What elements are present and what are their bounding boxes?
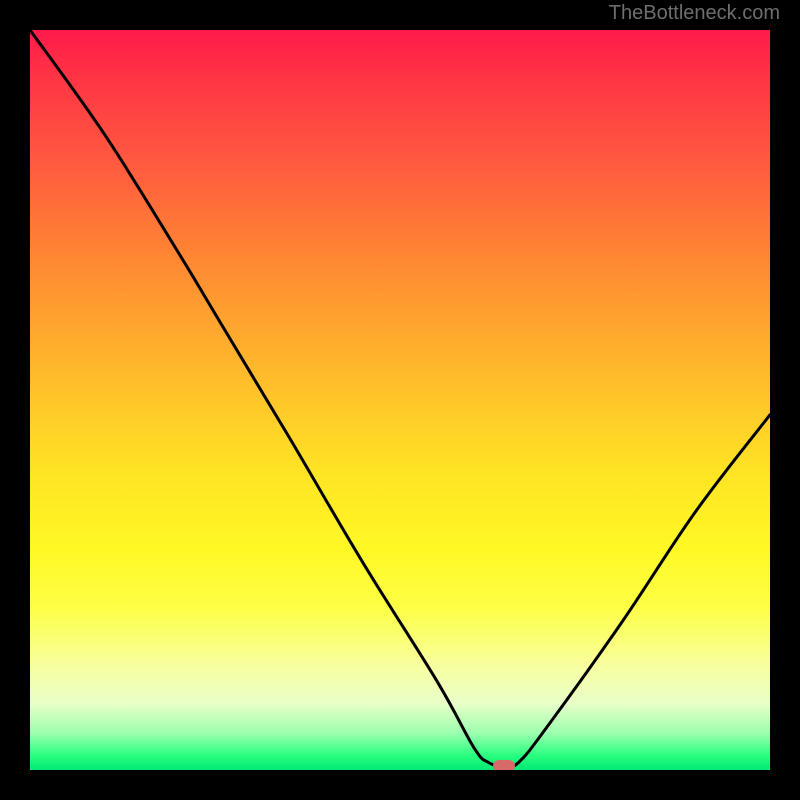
bottleneck-curve [30,30,770,770]
optimal-marker [493,760,515,770]
watermark-text: TheBottleneck.com [609,2,780,25]
plot-area [30,30,770,770]
